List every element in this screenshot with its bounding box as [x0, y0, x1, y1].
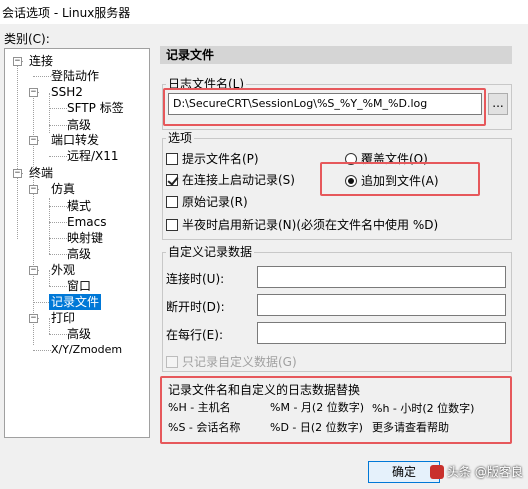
tree-item-remote-x11[interactable]: 远程/X11 [67, 148, 119, 164]
only-custom-checkbox[interactable]: 只记录自定义数据(G) [166, 353, 297, 370]
checkbox-box[interactable] [166, 152, 178, 165]
on-each-line-label: 在每行(E): [166, 328, 223, 342]
checkbox-box[interactable] [166, 355, 178, 368]
on-disconnect-label: 断开时(D): [166, 300, 225, 314]
options-title: 选项 [166, 131, 195, 145]
on-each-line-input[interactable] [257, 322, 506, 344]
category-label: 类别(C): [4, 32, 50, 46]
tree-item-connection[interactable]: 连接 [29, 53, 53, 69]
prompt-filename-checkbox[interactable]: 提示文件名(P) [166, 150, 259, 167]
on-connect-label: 连接时(U): [166, 272, 225, 286]
tree-item-port-forwarding[interactable]: 端口转发 [51, 132, 99, 148]
tree-item-xyzmodem[interactable]: X/Y/Zmodem [51, 342, 122, 358]
tree-item-ssh2-advanced[interactable]: 高级 [67, 117, 91, 133]
tree-item-login-actions[interactable]: 登陆动作 [51, 68, 99, 84]
collapse-icon[interactable]: − [29, 185, 38, 194]
start-on-connect-checkbox[interactable]: 在连接上启动记录(S) [166, 171, 295, 188]
section-title: 记录文件 [160, 46, 512, 64]
prompt-filename-label: 提示文件名(P) [182, 152, 259, 166]
highlight-box [320, 162, 480, 196]
category-tree[interactable]: − 连接 登陆动作 − SSH2 SFTP 标签 高级 − 端口转发 远程/X1… [4, 48, 150, 438]
only-custom-label: 只记录自定义数据(G) [182, 355, 297, 369]
tree-item-modes[interactable]: 模式 [67, 198, 91, 214]
midnight-new-log-checkbox[interactable]: 半夜时启用新记录(N)(必须在文件名中使用 %D) [166, 216, 438, 233]
collapse-icon[interactable]: − [13, 57, 22, 66]
window-title: 会话选项 - Linux服务器 [2, 5, 131, 20]
watermark-logo-icon [430, 465, 444, 479]
raw-log-checkbox[interactable]: 原始记录(R) [166, 193, 248, 210]
tree-item-window[interactable]: 窗口 [67, 278, 91, 294]
checkbox-box[interactable] [166, 195, 178, 208]
collapse-icon[interactable]: − [29, 136, 38, 145]
checkbox-box[interactable] [166, 173, 178, 186]
tree-item-emulation-advanced[interactable]: 高级 [67, 246, 91, 262]
on-connect-input[interactable] [257, 266, 506, 288]
tree-item-appearance[interactable]: 外观 [51, 262, 75, 278]
highlight-box [160, 376, 512, 444]
tree-item-sftp-tab[interactable]: SFTP 标签 [67, 100, 124, 116]
tree-item-log-file[interactable]: 记录文件 [49, 294, 102, 310]
raw-log-label: 原始记录(R) [182, 195, 248, 209]
tree-item-printing-advanced[interactable]: 高级 [67, 326, 91, 342]
highlight-box [163, 88, 486, 126]
midnight-new-log-label: 半夜时启用新记录(N)(必须在文件名中使用 %D) [182, 218, 439, 232]
collapse-icon[interactable]: − [29, 266, 38, 275]
tree-item-terminal[interactable]: 终端 [29, 165, 53, 181]
title-bar: 会话选项 - Linux服务器 [0, 0, 528, 24]
collapse-icon[interactable]: − [29, 314, 38, 323]
tree-item-emacs[interactable]: Emacs [67, 214, 106, 230]
tree-item-emulation[interactable]: 仿真 [51, 181, 75, 197]
tree-item-ssh2[interactable]: SSH2 [51, 84, 83, 100]
tree-item-printing[interactable]: 打印 [51, 310, 75, 326]
watermark-text: 头条 @版客良 [447, 465, 523, 479]
collapse-icon[interactable]: − [13, 169, 22, 178]
on-disconnect-input[interactable] [257, 294, 506, 316]
custom-log-title: 自定义记录数据 [166, 245, 255, 259]
browse-button[interactable]: ... [488, 93, 508, 115]
checkbox-box[interactable] [166, 218, 178, 231]
watermark: 头条 @版客良 [430, 461, 523, 483]
collapse-icon[interactable]: − [29, 88, 38, 97]
tree-item-mapped-keys[interactable]: 映射键 [67, 230, 103, 246]
start-on-connect-label: 在连接上启动记录(S) [182, 173, 295, 187]
